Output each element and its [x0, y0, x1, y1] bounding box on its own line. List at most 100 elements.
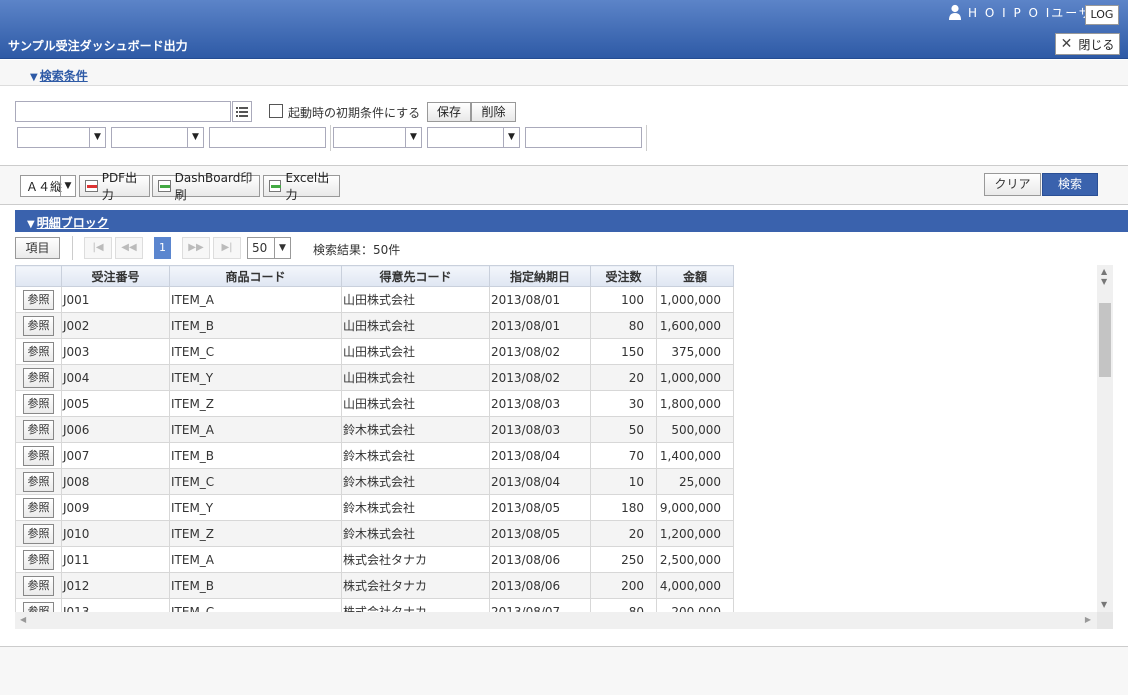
last-page-button[interactable]: ▶| [213, 237, 241, 259]
table-cell: ITEM_B [169, 442, 342, 469]
condition-select-1[interactable]: ▼ [17, 127, 106, 148]
table-cell: 株式会社タナカ [341, 546, 490, 573]
table-row[interactable]: 参照 J007 ITEM_B 鈴木株式会社 2013/08/04 70 1,400,000 [15, 442, 734, 469]
ref-button[interactable]: 参照 [23, 445, 54, 466]
scrollbar-thumb[interactable] [1099, 303, 1111, 377]
table-cell: 2013/08/01 [489, 286, 591, 313]
table-cell: 250 [590, 546, 657, 573]
table-row[interactable]: 参照 J011 ITEM_A 株式会社タナカ 2013/08/06 250 2,500,00… [15, 546, 734, 573]
ref-button[interactable]: 参照 [23, 419, 54, 440]
column-header[interactable]: 商品コード [169, 265, 342, 287]
table-cell: 鈴木株式会社 [341, 416, 490, 443]
column-header[interactable]: 得意先コード [341, 265, 490, 287]
table-row[interactable]: 参照 J001 ITEM_A 山田株式会社 2013/08/01 100 1,000,000 [15, 286, 734, 313]
list-picker-button[interactable] [232, 101, 252, 122]
table-cell: 鈴木株式会社 [341, 520, 490, 547]
condition-value-input-2[interactable] [525, 127, 642, 148]
ref-button[interactable]: 参照 [23, 601, 54, 612]
search-keyword-input[interactable] [15, 101, 231, 122]
scroll-down-small-icon[interactable]: ▼ [1101, 277, 1107, 286]
table-cell: 9,000,000 [656, 494, 734, 521]
vertical-scrollbar[interactable]: ▲ ▼ ▼ [1097, 265, 1113, 612]
column-header[interactable] [15, 265, 62, 287]
table-cell: J003 [61, 338, 170, 365]
next-page-button[interactable]: ▶▶ [182, 237, 210, 259]
excel-export-button[interactable]: Excel出力 [263, 171, 340, 202]
condition-select-4[interactable]: ▼ [427, 127, 520, 148]
table-cell: J011 [61, 546, 170, 573]
dropdown-arrow-icon: ▼ [405, 128, 421, 147]
table-cell: 150 [590, 338, 657, 365]
table-row[interactable]: 参照 J012 ITEM_B 株式会社タナカ 2013/08/06 200 4,000,00… [15, 572, 734, 599]
table-cell: 1,200,000 [656, 520, 734, 547]
ref-button[interactable]: 参照 [23, 549, 54, 570]
save-button[interactable]: 保存 [427, 102, 471, 122]
footer [0, 646, 1128, 695]
table-cell: 4,000,000 [656, 572, 734, 599]
table-cell: 2013/08/07 [489, 598, 591, 612]
ref-button[interactable]: 参照 [23, 523, 54, 544]
scrollbar-corner [1097, 612, 1113, 629]
table-row[interactable]: 参照 J005 ITEM_Z 山田株式会社 2013/08/03 30 1,800,000 [15, 390, 734, 417]
page-size-select[interactable]: 50 ▼ [247, 237, 291, 259]
detail-block-toggle[interactable]: ▼ 明細ブロック [27, 214, 109, 231]
paper-size-select[interactable]: Ａ４縦 ▼ [20, 175, 76, 197]
table-cell: 200,000 [656, 598, 734, 612]
search-button[interactable]: 検索 [1042, 173, 1098, 196]
condition-value-input-1[interactable] [209, 127, 326, 148]
clear-button[interactable]: クリア [984, 173, 1041, 196]
scroll-left-icon[interactable]: ◀ [20, 615, 26, 624]
ref-button[interactable]: 参照 [23, 315, 54, 336]
ref-button[interactable]: 参照 [23, 289, 54, 310]
table-cell: ITEM_C [169, 338, 342, 365]
first-page-button[interactable]: |◀ [84, 237, 112, 259]
scroll-down-icon[interactable]: ▼ [1101, 600, 1107, 609]
condition-select-3[interactable]: ▼ [333, 127, 422, 148]
ref-button[interactable]: 参照 [23, 471, 54, 492]
scroll-up-icon[interactable]: ▲ [1101, 267, 1107, 276]
table-row[interactable]: 参照 J003 ITEM_C 山田株式会社 2013/08/02 150 375,000 [15, 338, 734, 365]
ref-button[interactable]: 参照 [23, 367, 54, 388]
table-row[interactable]: 参照 J006 ITEM_A 鈴木株式会社 2013/08/03 50 500,000 [15, 416, 734, 443]
table-cell: J005 [61, 390, 170, 417]
prev-page-button[interactable]: ◀◀ [115, 237, 143, 259]
table-cell: 鈴木株式会社 [341, 442, 490, 469]
table-cell: 2013/08/01 [489, 312, 591, 339]
table-cell: ITEM_B [169, 572, 342, 599]
table-cell: 2013/08/04 [489, 442, 591, 469]
table-row[interactable]: 参照 J010 ITEM_Z 鈴木株式会社 2013/08/05 20 1,200,000 [15, 520, 734, 547]
scroll-right-icon[interactable]: ▶ [1085, 615, 1091, 624]
column-header[interactable]: 受注数 [590, 265, 657, 287]
condition-select-2[interactable]: ▼ [111, 127, 204, 148]
table-cell: 1,000,000 [656, 286, 734, 313]
horizontal-scrollbar[interactable]: ◀ ▶ [15, 612, 1097, 629]
table-header-row: 受注番号 商品コード 得意先コード 指定納期日 受注数 金額 [15, 265, 734, 287]
table-cell: 山田株式会社 [341, 364, 490, 391]
table-row[interactable]: 参照 J002 ITEM_B 山田株式会社 2013/08/01 80 1,600,000 [15, 312, 734, 339]
ref-button[interactable]: 参照 [23, 497, 54, 518]
ref-button[interactable]: 参照 [23, 341, 54, 362]
startup-condition-checkbox[interactable] [269, 104, 283, 118]
pdf-export-button[interactable]: PDF出力 [79, 171, 150, 202]
column-header[interactable]: 受注番号 [61, 265, 170, 287]
current-page[interactable]: 1 [154, 237, 171, 259]
ref-button[interactable]: 参照 [23, 393, 54, 414]
column-header[interactable]: 金額 [656, 265, 734, 287]
delete-button[interactable]: 削除 [471, 102, 516, 122]
table-cell: 375,000 [656, 338, 734, 365]
table-cell: 500,000 [656, 416, 734, 443]
search-condition-toggle[interactable]: ▼ 検索条件 [30, 67, 88, 84]
table-row[interactable]: 参照 J004 ITEM_Y 山田株式会社 2013/08/02 20 1,000,000 [15, 364, 734, 391]
table-row[interactable]: 参照 J009 ITEM_Y 鈴木株式会社 2013/08/05 180 9,000,000 [15, 494, 734, 521]
log-button[interactable]: LOG [1085, 5, 1119, 25]
triangle-down-icon: ▼ [30, 72, 38, 83]
columns-button[interactable]: 項目 [15, 237, 60, 259]
close-button[interactable]: ✕ 閉じる [1055, 33, 1120, 55]
table-row[interactable]: 参照 J008 ITEM_C 鈴木株式会社 2013/08/04 10 25,000 [15, 468, 734, 495]
table-cell: 2013/08/03 [489, 416, 591, 443]
ref-button[interactable]: 参照 [23, 575, 54, 596]
table-row[interactable]: 参照 J013 ITEM_C 株式会社タナカ 2013/08/07 80 200,000 [15, 598, 734, 612]
table-cell: 鈴木株式会社 [341, 494, 490, 521]
column-header[interactable]: 指定納期日 [489, 265, 591, 287]
dashboard-print-button[interactable]: DashBoard印刷 [152, 171, 260, 202]
